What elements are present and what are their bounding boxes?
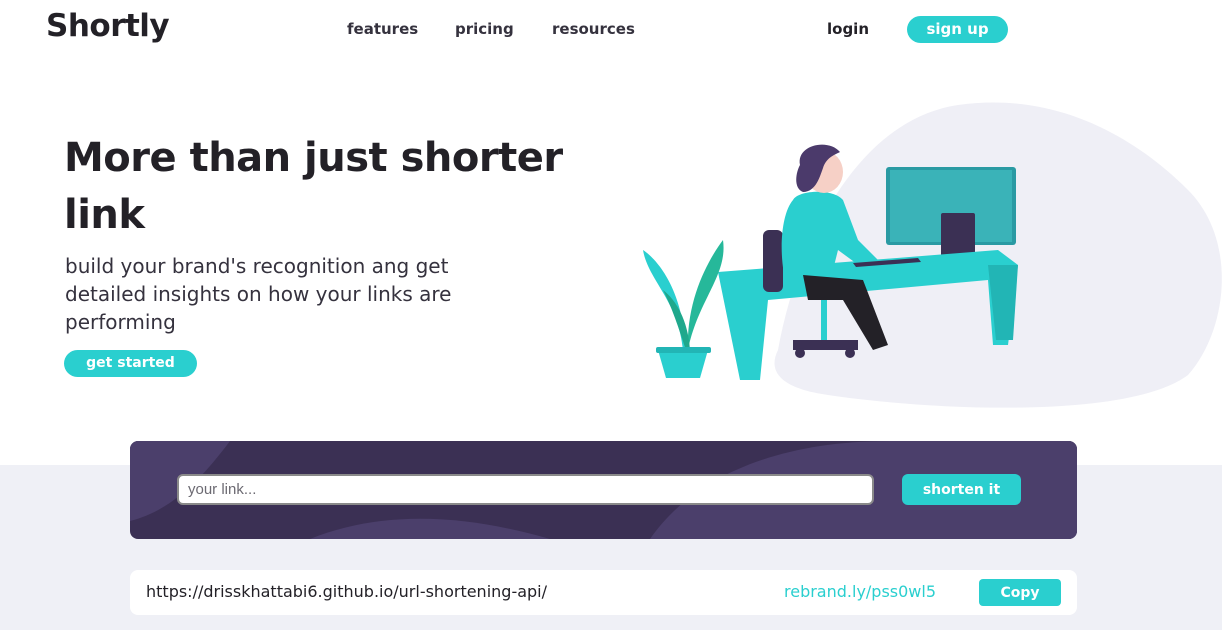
- logo[interactable]: Shortly: [46, 8, 170, 44]
- shorten-it-button[interactable]: shorten it: [902, 474, 1021, 505]
- original-url: https://drisskhattabi6.github.io/url-sho…: [146, 582, 548, 601]
- person-working-illustration: [643, 102, 1222, 408]
- nav-pricing[interactable]: pricing: [455, 20, 514, 38]
- link-input[interactable]: [177, 474, 874, 505]
- sign-up-button[interactable]: sign up: [907, 16, 1008, 43]
- nav-resources[interactable]: resources: [552, 20, 635, 38]
- hero-title: More than just shorter link: [64, 135, 563, 238]
- result-row: https://drisskhattabi6.github.io/url-sho…: [130, 570, 1077, 615]
- get-started-button[interactable]: get started: [64, 350, 197, 377]
- login-link[interactable]: login: [827, 20, 869, 38]
- copy-button[interactable]: Copy: [979, 579, 1061, 606]
- shorten-form: shorten it: [130, 441, 1077, 539]
- nav-features[interactable]: features: [347, 20, 418, 38]
- short-url-link[interactable]: rebrand.ly/pss0wl5: [784, 582, 936, 601]
- hero-subtitle: build your brand's recognition ang get d…: [65, 254, 452, 334]
